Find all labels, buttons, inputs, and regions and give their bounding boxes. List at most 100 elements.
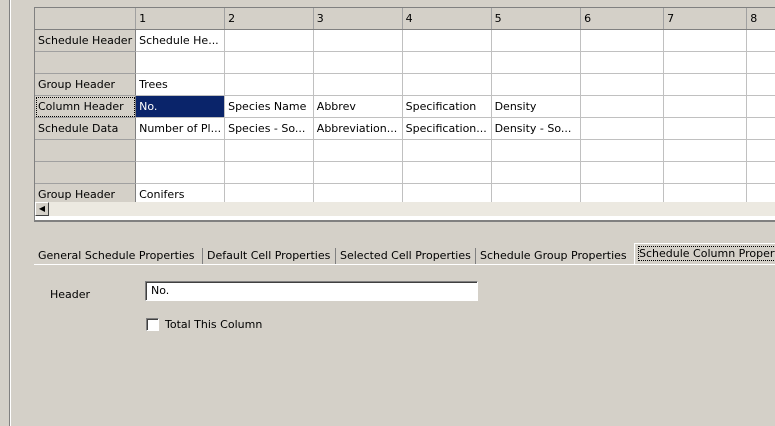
grid-cell[interactable]: [663, 95, 748, 118]
grid-cell[interactable]: [580, 161, 665, 184]
grid-row: Schedule Header Schedule He...: [35, 29, 775, 52]
grid-column-header[interactable]: 2: [224, 8, 314, 30]
window-divider-highlight: [10, 0, 11, 426]
grid-column-header[interactable]: 1: [135, 8, 226, 30]
tab-separator: [335, 248, 336, 264]
grid-cell[interactable]: Schedule He...: [135, 29, 226, 52]
grid-cell[interactable]: [580, 95, 665, 118]
grid-corner-cell[interactable]: [35, 8, 137, 30]
grid-cell[interactable]: [746, 51, 775, 74]
grid-row-header[interactable]: Group Header: [35, 73, 137, 96]
grid-row-header[interactable]: [35, 161, 137, 184]
scroll-left-arrow-icon[interactable]: ◀: [35, 202, 49, 216]
grid-cell[interactable]: [746, 139, 775, 162]
grid-row-header[interactable]: Column Header: [35, 95, 137, 118]
tab-default-cell-properties[interactable]: Default Cell Properties: [203, 246, 334, 265]
grid-column-header[interactable]: 8: [746, 8, 775, 30]
grid-cell[interactable]: [224, 139, 314, 162]
grid-cell[interactable]: [402, 29, 492, 52]
grid-cell[interactable]: Specification: [402, 95, 492, 118]
tab-schedule-group-properties[interactable]: Schedule Group Properties: [476, 246, 631, 265]
tab-label: General Schedule Properties: [38, 249, 195, 262]
grid-cell[interactable]: [663, 161, 748, 184]
grid-cell[interactable]: [224, 161, 314, 184]
grid-cell[interactable]: [402, 139, 492, 162]
grid-cell[interactable]: [663, 139, 748, 162]
grid-cell[interactable]: [313, 139, 403, 162]
grid-cell[interactable]: [580, 139, 665, 162]
grid-cell[interactable]: [135, 161, 226, 184]
grid-cell[interactable]: [580, 51, 665, 74]
grid-cell[interactable]: [224, 73, 314, 96]
grid-cell[interactable]: Species Name: [224, 95, 314, 118]
grid-cell[interactable]: [746, 117, 775, 140]
grid-column-header-row: 12345678: [35, 8, 775, 30]
grid-cell[interactable]: [402, 73, 492, 96]
window-left-edge: [0, 0, 9, 426]
grid-cell[interactable]: Specification...: [402, 117, 492, 140]
property-tabs: General Schedule Properties Default Cell …: [34, 243, 775, 265]
grid-cell[interactable]: No.: [135, 95, 226, 118]
grid-cell[interactable]: Trees: [135, 73, 226, 96]
tab-label: Schedule Column Propert: [638, 246, 775, 261]
grid-cell[interactable]: [313, 73, 403, 96]
grid-cell[interactable]: [663, 29, 748, 52]
grid-row-header[interactable]: Schedule Header: [35, 29, 137, 52]
grid-cell[interactable]: [313, 51, 403, 74]
grid-cell[interactable]: [313, 29, 403, 52]
grid-cell[interactable]: [491, 139, 582, 162]
grid-cell[interactable]: [746, 73, 775, 96]
grid-cell[interactable]: [746, 95, 775, 118]
header-input[interactable]: No.: [145, 281, 478, 301]
grid-cell[interactable]: Density - So...: [491, 117, 582, 140]
tab-separator: [202, 248, 203, 264]
grid-horizontal-scrollbar[interactable]: ◀: [35, 202, 775, 216]
schedule-grid[interactable]: 1 2 3 4 5 6 7 8 Schedule Header Schedule He... Gro…: [34, 7, 775, 221]
grid-column-header[interactable]: 6: [580, 8, 665, 30]
grid-row-header[interactable]: [35, 51, 137, 74]
grid-cell[interactable]: [746, 29, 775, 52]
grid-cell[interactable]: [663, 117, 748, 140]
grid-column-header[interactable]: 3: [313, 8, 403, 30]
grid-row: Group Header Trees: [35, 73, 775, 96]
grid-row: [35, 139, 775, 162]
grid-cell[interactable]: [491, 29, 582, 52]
grid-column-header[interactable]: 5: [491, 8, 582, 30]
grid-cell[interactable]: Species - So...: [224, 117, 314, 140]
schedule-grid-table: 1 2 3 4 5 6 7 8 Schedule Header Schedule He... Gro…: [35, 8, 775, 206]
grid-cell[interactable]: Abbrev: [313, 95, 403, 118]
tab-label: Default Cell Properties: [207, 249, 331, 262]
grid-cell[interactable]: Density: [491, 95, 582, 118]
grid-cell[interactable]: [135, 139, 226, 162]
grid-cell[interactable]: [580, 117, 665, 140]
grid-row: [35, 161, 775, 184]
tab-underline: [34, 264, 775, 265]
grid-cell[interactable]: Number of Pl...: [135, 117, 226, 140]
grid-cell[interactable]: Abbreviation...: [313, 117, 403, 140]
grid-cell[interactable]: [580, 29, 665, 52]
grid-cell[interactable]: [135, 51, 226, 74]
grid-cell[interactable]: [402, 161, 492, 184]
header-field-label: Header: [50, 288, 91, 301]
total-this-column-checkbox[interactable]: [146, 318, 159, 331]
tab-schedule-column-propert[interactable]: Schedule Column Propert: [634, 243, 775, 265]
grid-cell[interactable]: [313, 161, 403, 184]
grid-row-header[interactable]: Schedule Data: [35, 117, 137, 140]
grid-cell[interactable]: [491, 73, 582, 96]
grid-cell[interactable]: [491, 51, 582, 74]
grid-row-header[interactable]: [35, 139, 137, 162]
tab-selected-cell-properties[interactable]: Selected Cell Properties: [336, 246, 475, 265]
total-this-column-label[interactable]: Total This Column: [165, 318, 262, 331]
tab-label: Selected Cell Properties: [340, 249, 471, 262]
grid-cell[interactable]: [224, 51, 314, 74]
grid-column-header[interactable]: 7: [663, 8, 748, 30]
grid-cell[interactable]: [402, 51, 492, 74]
grid-cell[interactable]: [663, 73, 748, 96]
grid-cell[interactable]: [491, 161, 582, 184]
grid-cell[interactable]: [746, 161, 775, 184]
grid-column-header[interactable]: 4: [402, 8, 492, 30]
grid-cell[interactable]: [580, 73, 665, 96]
grid-cell[interactable]: [224, 29, 314, 52]
tab-general-schedule-properties[interactable]: General Schedule Properties: [34, 246, 198, 265]
grid-cell[interactable]: [663, 51, 748, 74]
